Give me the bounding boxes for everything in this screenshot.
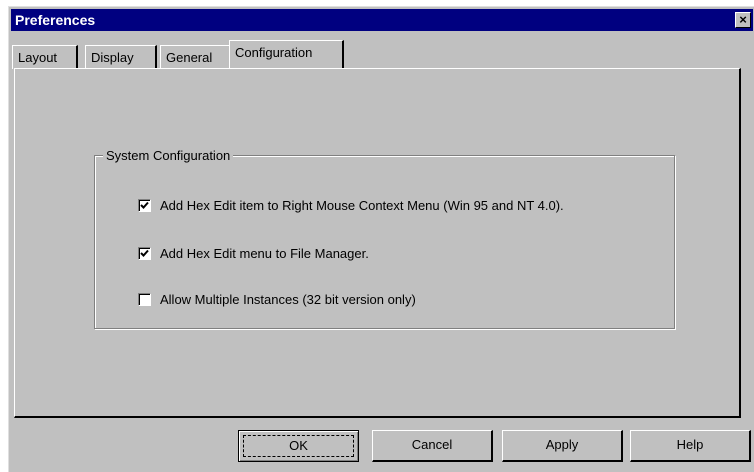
- tab-layout[interactable]: Layout: [12, 45, 78, 69]
- file-manager-checkbox[interactable]: [138, 247, 151, 260]
- context-menu-checkbox[interactable]: [138, 199, 151, 212]
- apply-label: Apply: [545, 437, 579, 452]
- window-title: Preferences: [15, 12, 96, 28]
- title-bar[interactable]: Preferences ×: [11, 9, 753, 31]
- close-icon: ×: [739, 12, 747, 27]
- tab-general-label: General: [166, 50, 213, 65]
- group-legend: System Configuration: [103, 148, 234, 163]
- check-icon: [140, 249, 149, 257]
- file-manager-label: Add Hex Edit menu to File Manager.: [160, 246, 369, 261]
- multiple-instances-checkbox[interactable]: [138, 293, 151, 306]
- close-button[interactable]: ×: [735, 12, 751, 28]
- ok-button[interactable]: OK: [238, 430, 359, 462]
- multiple-instances-label: Allow Multiple Instances (32 bit version…: [160, 292, 416, 307]
- tab-layout-label: Layout: [18, 50, 58, 65]
- focus-rectangle: OK: [243, 435, 354, 457]
- tab-display-label: Display: [91, 50, 134, 65]
- cancel-button[interactable]: Cancel: [372, 430, 493, 462]
- help-button[interactable]: Help: [630, 430, 751, 462]
- tab-display[interactable]: Display: [85, 45, 157, 69]
- context-menu-label: Add Hex Edit item to Right Mouse Context…: [160, 198, 564, 213]
- cancel-label: Cancel: [411, 437, 453, 452]
- tab-configuration-label: Configuration: [235, 45, 313, 60]
- tab-general[interactable]: General: [160, 45, 231, 69]
- help-label: Help: [676, 437, 704, 452]
- check-icon: [140, 201, 149, 209]
- ok-label: OK: [289, 438, 308, 453]
- apply-button[interactable]: Apply: [502, 430, 623, 462]
- tab-configuration[interactable]: Configuration: [229, 40, 344, 68]
